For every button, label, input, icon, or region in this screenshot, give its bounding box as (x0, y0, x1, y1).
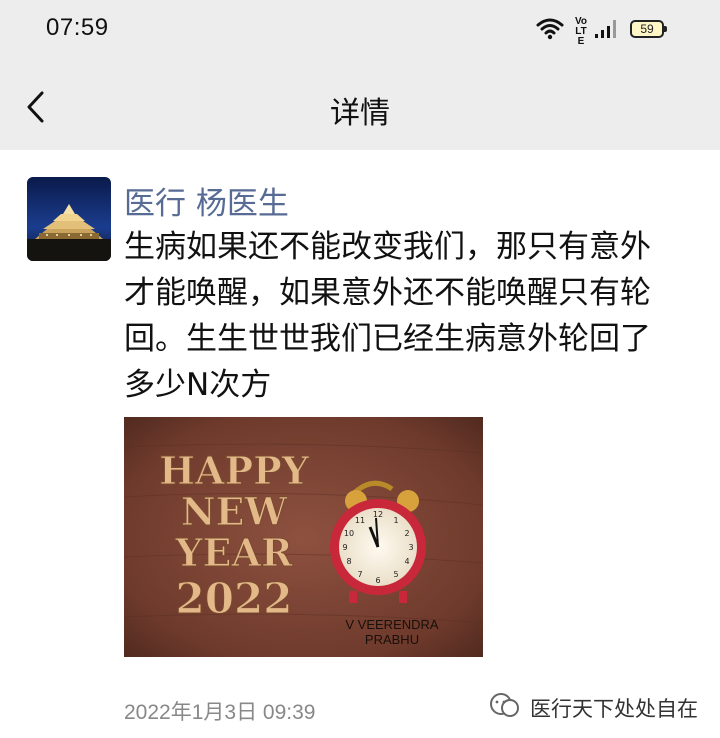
watermark: 医行天下处处自在 (490, 693, 698, 723)
image-text-year: YEAR (174, 530, 293, 575)
post-image[interactable]: HAPPY NEW YEAR 2022 12 1 2 3 4 5 6 7 8 9 (124, 417, 483, 657)
battery-icon: 59 (630, 20, 667, 38)
svg-text:8: 8 (346, 557, 351, 566)
post-text: 生病如果还不能改变我们，那只有意外才能唤醒，如果意外还不能唤醒只有轮回。生生世世… (124, 229, 651, 403)
svg-text:4: 4 (404, 557, 409, 566)
svg-text:9: 9 (342, 543, 347, 552)
page-title: 详情 (330, 96, 390, 131)
author-name-link[interactable]: 医行 杨医生 (124, 178, 289, 223)
image-text-new: NEW (181, 489, 289, 534)
post-timestamp: 2022年1月3日 09:39 (124, 701, 316, 724)
svg-text:11: 11 (355, 516, 365, 525)
svg-text:12: 12 (373, 510, 383, 519)
status-time: 07:59 (46, 14, 109, 41)
avatar-temple-image (27, 177, 111, 261)
image-text-2022: 2022 (176, 574, 293, 623)
wifi-icon (536, 18, 564, 40)
image-credit-line1: V VEERENDRA (345, 617, 439, 632)
svg-text:3: 3 (408, 543, 413, 552)
image-text-happy: HAPPY (159, 448, 310, 493)
svg-text:2: 2 (404, 529, 409, 538)
watermark-text: 医行天下处处自在 (530, 697, 698, 721)
nav-bar: 详情 (0, 64, 720, 150)
avatar[interactable] (27, 177, 111, 261)
status-bar: 07:59 Vo LTE 59 (0, 0, 720, 64)
svg-text:1: 1 (393, 516, 398, 525)
new-year-image: HAPPY NEW YEAR 2022 12 1 2 3 4 5 6 7 8 9 (124, 417, 483, 657)
svg-text:10: 10 (344, 529, 354, 538)
volte-icon: Vo LTE (574, 16, 588, 47)
wechat-official-account-icon (490, 693, 519, 717)
image-credit-line2: PRABHU (365, 632, 419, 647)
signal-icon (595, 20, 616, 38)
svg-text:5: 5 (393, 570, 398, 579)
svg-text:6: 6 (375, 576, 380, 585)
svg-text:7: 7 (357, 570, 362, 579)
